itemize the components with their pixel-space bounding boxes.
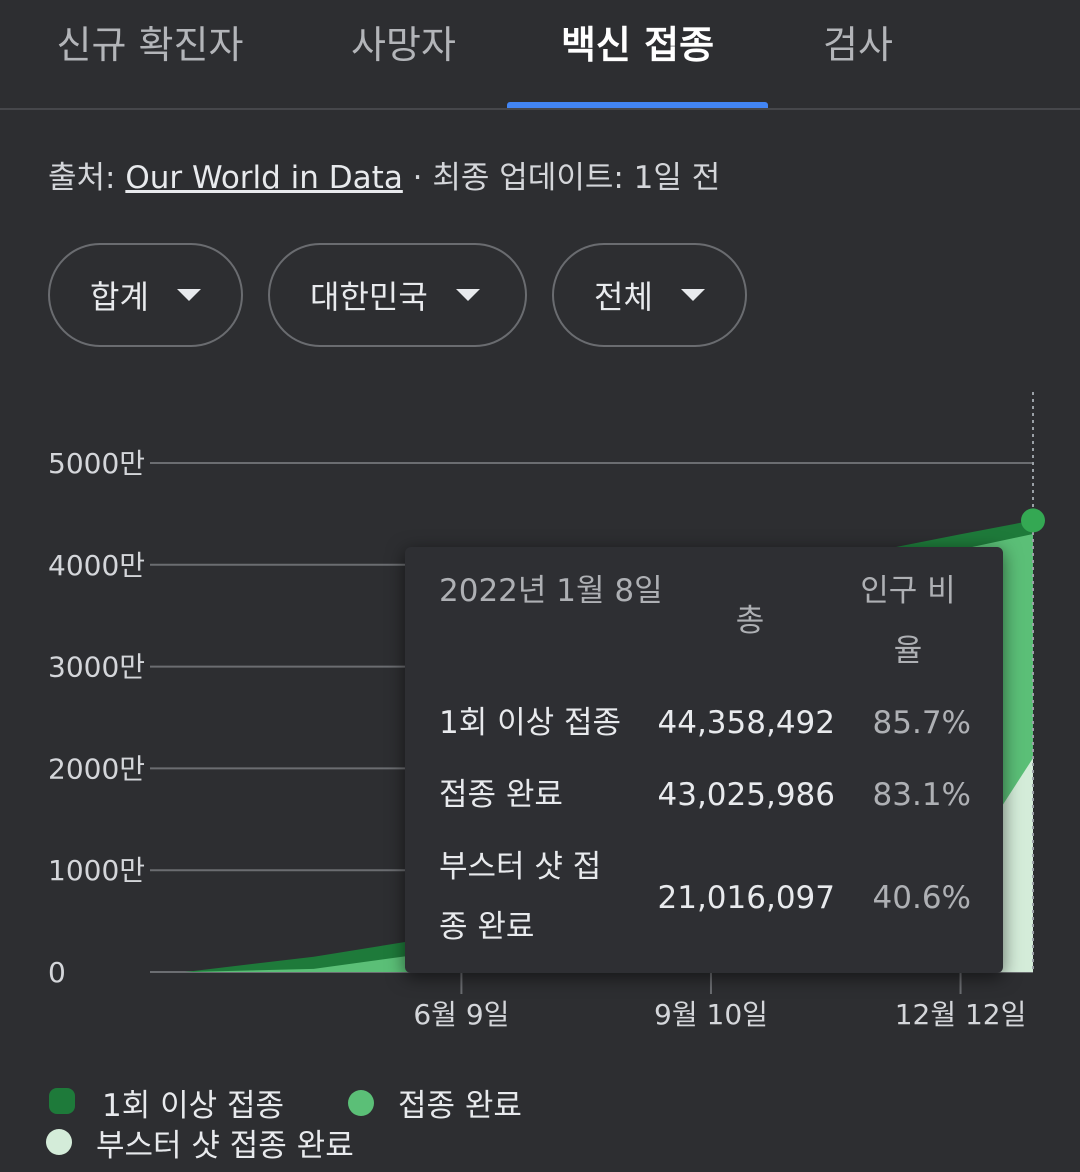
caret-down-icon [176, 289, 201, 301]
y-tick-label: 0 [48, 956, 66, 989]
tooltip-row-ratio: 83.1% [872, 777, 971, 813]
tab-deaths[interactable]: 사망자 [300, 0, 507, 108]
tab-bar: 신규 확진자 사망자 백신 접종 검사 [0, 0, 1080, 110]
tab-vaccination[interactable]: 백신 접종 [507, 0, 768, 108]
legend-booster-swatch [46, 1129, 72, 1155]
filter-country-dropdown[interactable]: 대한민국 [268, 243, 527, 347]
x-tick-label: 6월 9일 [413, 998, 509, 1031]
filter-metric-label: 합계 [90, 278, 149, 316]
legend-first-dose-swatch [49, 1088, 75, 1114]
tooltip-row-total: 43,025,986 [657, 777, 836, 813]
legend-fully-vaccinated-swatch [348, 1090, 374, 1116]
source-updated: · 최종 업데이트: 1일 전 [402, 160, 721, 196]
y-tick-label: 4000만 [48, 549, 145, 582]
legend-booster-label: 부스터 샷 접종 완료 [96, 1128, 354, 1164]
tooltip-row-label: 1회 이상 접종 [439, 705, 622, 741]
source-line: 출처: Our World in Data · 최종 업데이트: 1일 전 [48, 152, 720, 197]
x-tick-label: 9월 10일 [654, 998, 768, 1031]
legend-first-dose-label: 1회 이상 접종 [102, 1088, 285, 1124]
tooltip-row-label: 접종 완료 [439, 777, 563, 813]
tooltip-col-ratio: 인구 비율 [860, 573, 956, 669]
tooltip-row-ratio: 85.7% [872, 705, 971, 741]
tooltip-row-total: 21,016,097 [657, 880, 836, 916]
y-tick-label: 2000만 [48, 752, 145, 785]
tab-tests[interactable]: 검사 [768, 0, 948, 108]
tooltip-row-total: 44,358,492 [657, 705, 836, 741]
y-tick-label: 1000만 [48, 854, 145, 887]
tooltip-row-ratio: 40.6% [872, 880, 971, 916]
filter-metric-dropdown[interactable]: 합계 [48, 243, 243, 347]
tooltip-row-label: 부스터 샷 접종 완료 [439, 849, 602, 945]
active-tab-indicator [507, 102, 768, 108]
filter-country-label: 대한민국 [310, 278, 428, 316]
tooltip-col-total: 총 [735, 603, 765, 639]
hover-point [1021, 508, 1045, 533]
y-tick-label: 3000만 [48, 651, 145, 684]
tab-new-cases[interactable]: 신규 확진자 [0, 0, 300, 108]
tooltip-date: 2022년 1월 8일 [439, 573, 663, 609]
source-link[interactable]: Our World in Data [125, 160, 402, 196]
caret-down-icon [455, 289, 480, 301]
x-tick-label: 12월 12일 [895, 998, 1027, 1031]
source-prefix: 출처: [48, 160, 126, 196]
chart-tooltip: 2022년 1월 8일 총 인구 비율 1회 이상 접종 44,358,492 … [405, 547, 1003, 973]
filter-age-dropdown[interactable]: 전체 [552, 243, 747, 347]
caret-down-icon [680, 289, 705, 301]
y-tick-label: 5000만 [48, 447, 145, 480]
filter-age-label: 전체 [594, 278, 653, 316]
legend-fully-vaccinated-label: 접종 완료 [398, 1088, 522, 1124]
